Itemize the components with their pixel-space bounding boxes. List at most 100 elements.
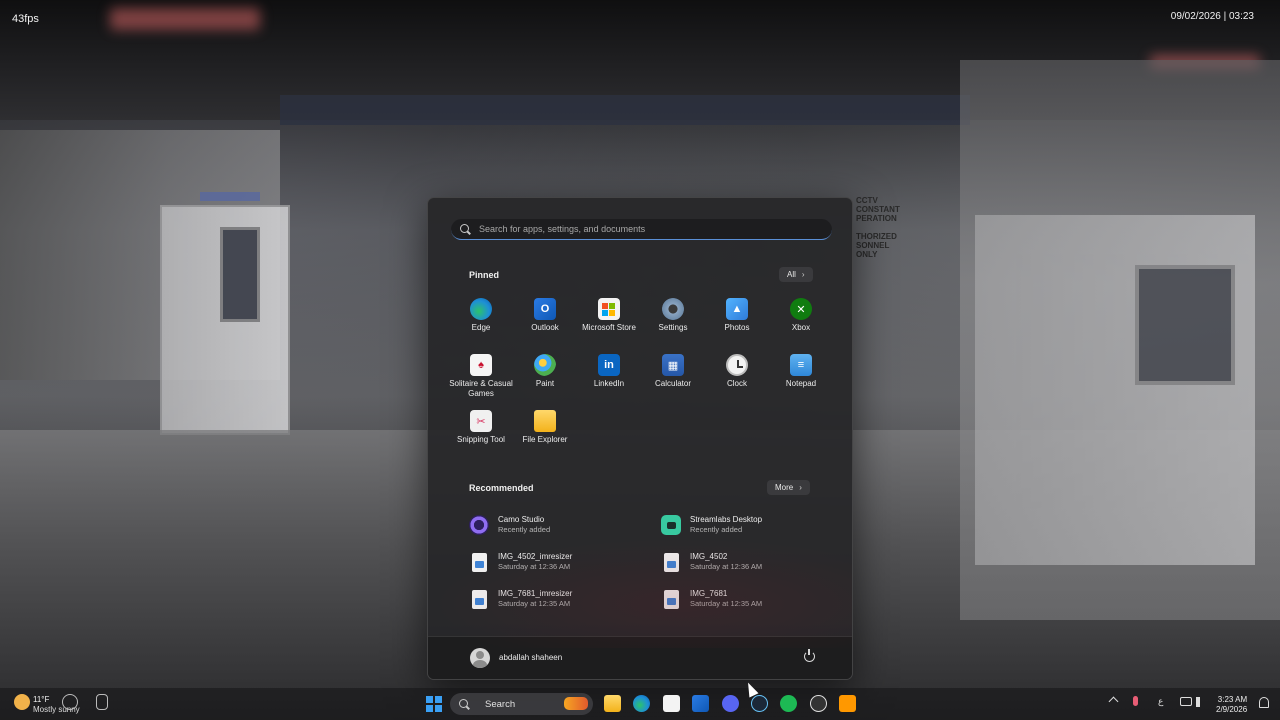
item-subtitle: Saturday at 12:35 AM [498, 599, 571, 608]
door-left [160, 205, 290, 435]
spotify-icon[interactable] [780, 695, 797, 712]
pinned-app-snipping-tool[interactable]: ✂ Snipping Tool [449, 406, 513, 458]
fps-counter: 43fps [12, 13, 39, 25]
search-highlight-icon [564, 697, 588, 710]
user-avatar[interactable] [470, 648, 490, 668]
search-placeholder: Search for apps, settings, and documents [479, 224, 646, 234]
pinned-app-xbox[interactable]: ✕ Xbox [769, 294, 833, 346]
pinned-app-linkedin[interactable]: in LinkedIn [577, 350, 641, 402]
recommended-item[interactable]: Streamlabs Desktop Recently added [661, 510, 841, 540]
app-label: Clock [726, 379, 747, 388]
image-file-icon [472, 552, 487, 572]
item-subtitle: Saturday at 12:36 AM [690, 562, 763, 571]
linkedin-icon: in [598, 354, 620, 376]
weather-widget[interactable]: 11°F Mostly sunny [14, 691, 94, 717]
item-subtitle: Recently added [690, 525, 743, 534]
app-label: Outlook [531, 323, 559, 332]
microphone-widget-icon[interactable] [96, 694, 108, 710]
app-label: Photos [724, 323, 750, 332]
pinned-heading: Pinned [469, 270, 500, 280]
item-name: IMG_4502_imresizer [498, 552, 573, 561]
app-label: Snipping Tool [457, 435, 505, 444]
notification-bell-icon[interactable] [1259, 697, 1269, 708]
image-file-icon [664, 552, 679, 572]
recommended-item[interactable]: IMG_4502 Saturday at 12:36 AM [661, 547, 841, 577]
pinned-app-paint[interactable]: Paint [513, 350, 577, 402]
recommended-heading: Recommended [469, 483, 534, 493]
clock-icon [726, 354, 748, 376]
pinned-app-solitaire[interactable]: ♠ Solitaire & Casual Games [449, 350, 513, 402]
taskbar-search-label: Search [485, 698, 516, 710]
pinned-app-microsoft-store[interactable]: Microsoft Store [577, 294, 641, 346]
app-label: Xbox [791, 323, 811, 332]
item-name: Streamlabs Desktop [690, 515, 763, 524]
weather-sun-icon [14, 694, 30, 710]
outlook-icon: O [534, 298, 556, 320]
recommended-item[interactable]: IMG_7681_imresizer Saturday at 12:35 AM [469, 584, 649, 614]
all-apps-button[interactable]: All › [779, 267, 813, 282]
app-label: Notepad [785, 379, 817, 388]
pinned-app-file-explorer[interactable]: File Explorer [513, 406, 577, 458]
pinned-app-edge[interactable]: Edge [449, 294, 513, 346]
user-name[interactable]: abdallah shaheen [499, 653, 562, 662]
outlook-icon[interactable] [692, 695, 709, 712]
app-label: LinkedIn [593, 379, 625, 388]
ceiling-light [110, 8, 260, 30]
chevron-up-icon[interactable] [1108, 696, 1119, 707]
snipping-tool-icon: ✂ [470, 410, 492, 432]
taskbar-search[interactable]: Search [450, 693, 593, 715]
item-name: IMG_7681 [690, 589, 728, 598]
taskbar: 11°F Mostly sunny Search ع 3:23 AM 2/9/2… [0, 688, 1280, 720]
pinned-app-photos[interactable]: ▲ Photos [705, 294, 769, 346]
clock-time: 3:23 AM [1217, 695, 1248, 704]
discord-icon[interactable] [722, 695, 739, 712]
app-label: Solitaire & Casual Games [449, 379, 513, 398]
chevron-right-icon: › [801, 270, 805, 279]
app-label: Calculator [654, 379, 691, 388]
game-overlay-icon[interactable] [62, 694, 78, 710]
steam-icon[interactable] [751, 695, 768, 712]
recommended-item[interactable]: IMG_7681 Saturday at 12:35 AM [661, 584, 841, 614]
pinned-app-calculator[interactable]: ▦ Calculator [641, 350, 705, 402]
edge-icon [470, 298, 492, 320]
power-icon[interactable] [804, 649, 815, 662]
input-language[interactable]: ع [1158, 696, 1163, 707]
pinned-app-notepad[interactable]: ≡ Notepad [769, 350, 833, 402]
file-explorer-icon[interactable] [604, 695, 621, 712]
recommended-item[interactable]: Camo Studio Recently added [469, 510, 649, 540]
app-label: File Explorer [522, 435, 568, 444]
start-menu: Search for apps, settings, and documents… [427, 197, 853, 680]
windows-start-button[interactable] [426, 696, 442, 712]
pinned-app-settings[interactable]: Settings [641, 294, 705, 346]
wall-stripe [280, 95, 970, 125]
diagnostics-sign [200, 192, 260, 201]
search-icon [459, 698, 470, 710]
github-icon[interactable] [810, 695, 827, 712]
store-icon[interactable] [663, 695, 680, 712]
photos-icon: ▲ [726, 298, 748, 320]
app-label: Settings [658, 323, 688, 332]
edge-icon[interactable] [633, 695, 650, 712]
xbox-icon: ✕ [790, 298, 812, 320]
recommended-item[interactable]: IMG_4502_imresizer Saturday at 12:36 AM [469, 547, 649, 577]
more-recommended-button[interactable]: More › [767, 480, 810, 495]
pinned-app-clock[interactable]: Clock [705, 350, 769, 402]
overlay-datetime: 09/02/2026 | 03:23 [1170, 11, 1254, 22]
network-icon[interactable] [1180, 697, 1192, 706]
cctv-sign: CCTV CONSTANT PERATION THORIZED SONNEL ONLY [856, 196, 900, 259]
item-subtitle: Saturday at 12:35 AM [690, 599, 763, 608]
app-label: Paint [535, 379, 555, 388]
app-label: Edge [471, 323, 491, 332]
start-search-input[interactable]: Search for apps, settings, and documents [451, 219, 832, 240]
settings-icon [662, 298, 684, 320]
sublime-icon[interactable] [839, 695, 856, 712]
taskbar-clock[interactable]: 3:23 AM 2/9/2026 [1216, 695, 1247, 715]
weather-temperature: 11°F [33, 695, 50, 704]
volume-icon[interactable] [1196, 697, 1206, 707]
microphone-icon[interactable] [1133, 696, 1138, 706]
file-explorer-icon [534, 410, 556, 432]
item-subtitle: Recently added [498, 525, 551, 534]
start-menu-footer: abdallah shaheen [428, 636, 852, 679]
solitaire-icon: ♠ [470, 354, 492, 376]
pinned-app-outlook[interactable]: O Outlook [513, 294, 577, 346]
